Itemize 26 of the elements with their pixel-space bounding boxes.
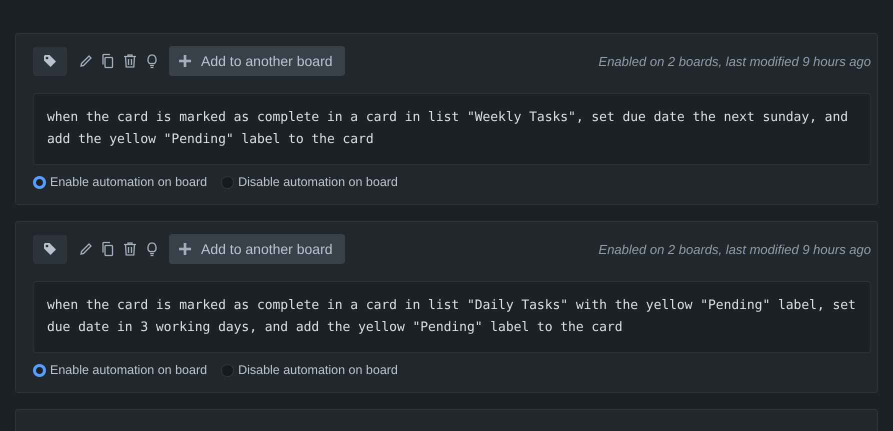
radio-icon[interactable] [221,364,234,376]
tag-icon [43,242,57,256]
radio-option[interactable]: Enable automation on board [33,363,208,377]
plus-icon [179,55,191,67]
radio-icon[interactable] [221,176,234,188]
tag-icon [43,54,57,68]
radio-option[interactable]: Disable automation on board [221,175,398,189]
pencil-icon[interactable] [78,53,94,69]
radio-icon[interactable] [33,176,46,188]
status-text: Enabled on 2 boards, last modified 9 hours ago [598,242,871,256]
radio-option[interactable]: Enable automation on board [33,175,208,189]
trash-icon[interactable] [122,53,138,69]
radio-option[interactable]: Disable automation on board [221,363,398,377]
pencil-icon[interactable] [78,241,94,257]
copy-icon[interactable] [100,53,116,69]
radio-icon[interactable] [33,364,46,376]
tag-button[interactable] [33,46,67,76]
rule-description: when the card is marked as complete in a card in list "Daily Tasks" with the yellow "Pending" label, set due date in 3 working days, and add the yellow "Pending" label to the card [33,281,871,353]
trash-icon[interactable] [122,241,138,257]
add-to-board-button[interactable]: Add to another board [169,234,345,264]
rule-description: when the card is marked as complete in a card in list "Weekly Tasks", set due date the next sunday, and add the yellow "Pending" label to the card [33,93,871,165]
tag-button[interactable] [33,234,67,264]
status-text: Enabled on 2 boards, last modified 9 hours ago [598,54,871,68]
copy-icon[interactable] [100,241,116,257]
add-to-board-button[interactable]: Add to another board [169,46,345,76]
plus-icon [179,243,191,255]
